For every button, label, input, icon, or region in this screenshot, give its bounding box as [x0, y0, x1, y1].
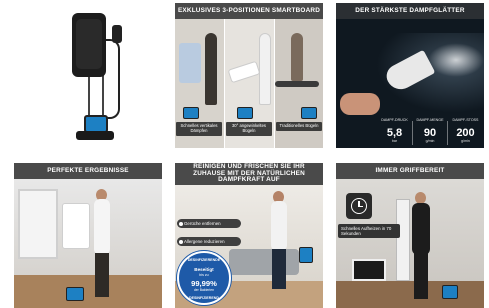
tile-banner: REINIGEN UND FRISCHEN SIE IHR ZUHAUSE MI…	[175, 163, 323, 185]
tile-banner: DER STÄRKSTE DAMPFGLÄTTER	[336, 3, 484, 19]
person	[291, 33, 303, 81]
stat-value: 200	[456, 127, 475, 139]
check-dot-icon	[179, 221, 183, 226]
stat-unit: g/min	[461, 139, 470, 143]
steam-hose	[106, 39, 120, 119]
person	[271, 201, 287, 251]
stat-unit: g/min	[425, 139, 435, 143]
stat-burst: DAMPF-STOSS 200 g/min	[449, 118, 482, 148]
water-tank	[183, 107, 199, 119]
caption-angled: 30° angewinkeltes Bügeln	[226, 122, 272, 136]
hanging-shirt	[62, 203, 90, 249]
stat-amount: DAMPF-MENGE 90 g/min	[414, 118, 447, 148]
stat-pressure: DAMPF-DRUCK 5,8 bar	[378, 118, 411, 148]
product-tile[interactable]	[14, 3, 162, 148]
product-image-grid: EXKLUSIVES 3-POSITIONEN SMARTBOARD Schne…	[0, 0, 489, 308]
person	[259, 33, 271, 105]
tile-banner: PERFEKTE ERGEBNISSE	[14, 163, 162, 179]
person-legs	[95, 253, 109, 297]
person-legs	[414, 253, 428, 299]
tile-banner: IMMER GRIFFBEREIT	[336, 163, 484, 179]
window	[18, 189, 58, 259]
stat-label: DAMPF-STOSS	[452, 118, 479, 122]
stand-base	[76, 131, 114, 140]
stat-label: DAMPF-MENGE	[416, 118, 444, 122]
results-tile[interactable]: PERFEKTE ERGEBNISSE	[14, 163, 162, 308]
steam-power-tile[interactable]: DER STÄRKSTE DAMPFGLÄTTER DAMPF-DRUCK 5,…	[336, 3, 484, 148]
steam-stats: DAMPF-DRUCK 5,8 bar DAMPF-MENGE 90 g/min…	[376, 118, 484, 148]
sofa	[229, 249, 299, 275]
hand	[340, 93, 380, 115]
caption-traditional: Traditionelles Bügeln	[276, 122, 322, 131]
person-legs	[272, 249, 286, 289]
clock-hand	[358, 205, 363, 207]
stat-value: 5,8	[386, 127, 403, 139]
seal-bottom-text: DESINFIZIEREND	[189, 296, 219, 300]
stat-label: DAMPF-DRUCK	[381, 118, 408, 122]
steam-iron-head	[112, 25, 122, 43]
stat-value: 90	[423, 127, 437, 139]
seal-line1: Beseitigt	[194, 267, 214, 272]
stat-unit: bar	[391, 139, 398, 143]
hanging-shirt	[179, 43, 201, 83]
check-dot-icon	[179, 239, 183, 244]
heatup-note: Schnelles Aufheizen in 70 Sekunden	[338, 224, 400, 238]
steam-cloud	[428, 43, 484, 77]
seal-line2: bis zu	[199, 273, 209, 277]
flat-board	[275, 81, 319, 87]
wood-floor	[336, 281, 484, 308]
tile-banner: EXKLUSIVES 3-POSITIONEN SMARTBOARD	[175, 3, 323, 19]
disinfection-seal-badge: DESINFIZIERENDE Beseitigt bis zu 99,99% …	[177, 251, 231, 305]
feature-pill-allergens: Allergene reduzieren	[177, 237, 241, 246]
board-surface	[76, 19, 102, 69]
water-tank	[299, 247, 313, 263]
stopwatch-icon	[346, 193, 372, 219]
person	[94, 199, 110, 255]
caption-vertical: Schnelles vertikales Dämpfen	[176, 122, 222, 136]
fireplace	[352, 259, 386, 281]
water-tank	[66, 287, 84, 301]
pill-label: Allergene reduzieren	[184, 239, 225, 244]
pill-label: Gerüche entfernen	[184, 221, 221, 226]
seal-percent: 99,99%	[191, 279, 217, 288]
always-ready-tile[interactable]: Schnelles Aufheizen in 70 Sekunden IMMER…	[336, 163, 484, 308]
wood-floor	[14, 275, 162, 308]
smartboard-tile[interactable]: EXKLUSIVES 3-POSITIONEN SMARTBOARD Schne…	[175, 3, 323, 148]
seal-sub: der Bakterien	[193, 288, 215, 292]
seal-top-text: DESINFIZIERENDE	[187, 258, 221, 262]
clock-face	[351, 198, 367, 214]
water-tank	[237, 107, 253, 119]
mirror	[396, 199, 410, 281]
water-tank	[301, 107, 317, 119]
clean-refresh-tile[interactable]: REINIGEN UND FRISCHEN SIE IHR ZUHAUSE MI…	[175, 163, 323, 308]
water-tank	[442, 285, 458, 299]
panel-divider	[224, 19, 225, 148]
person	[205, 33, 217, 105]
feature-pill-odors: Gerüche entfernen	[177, 219, 241, 228]
person	[412, 203, 430, 255]
